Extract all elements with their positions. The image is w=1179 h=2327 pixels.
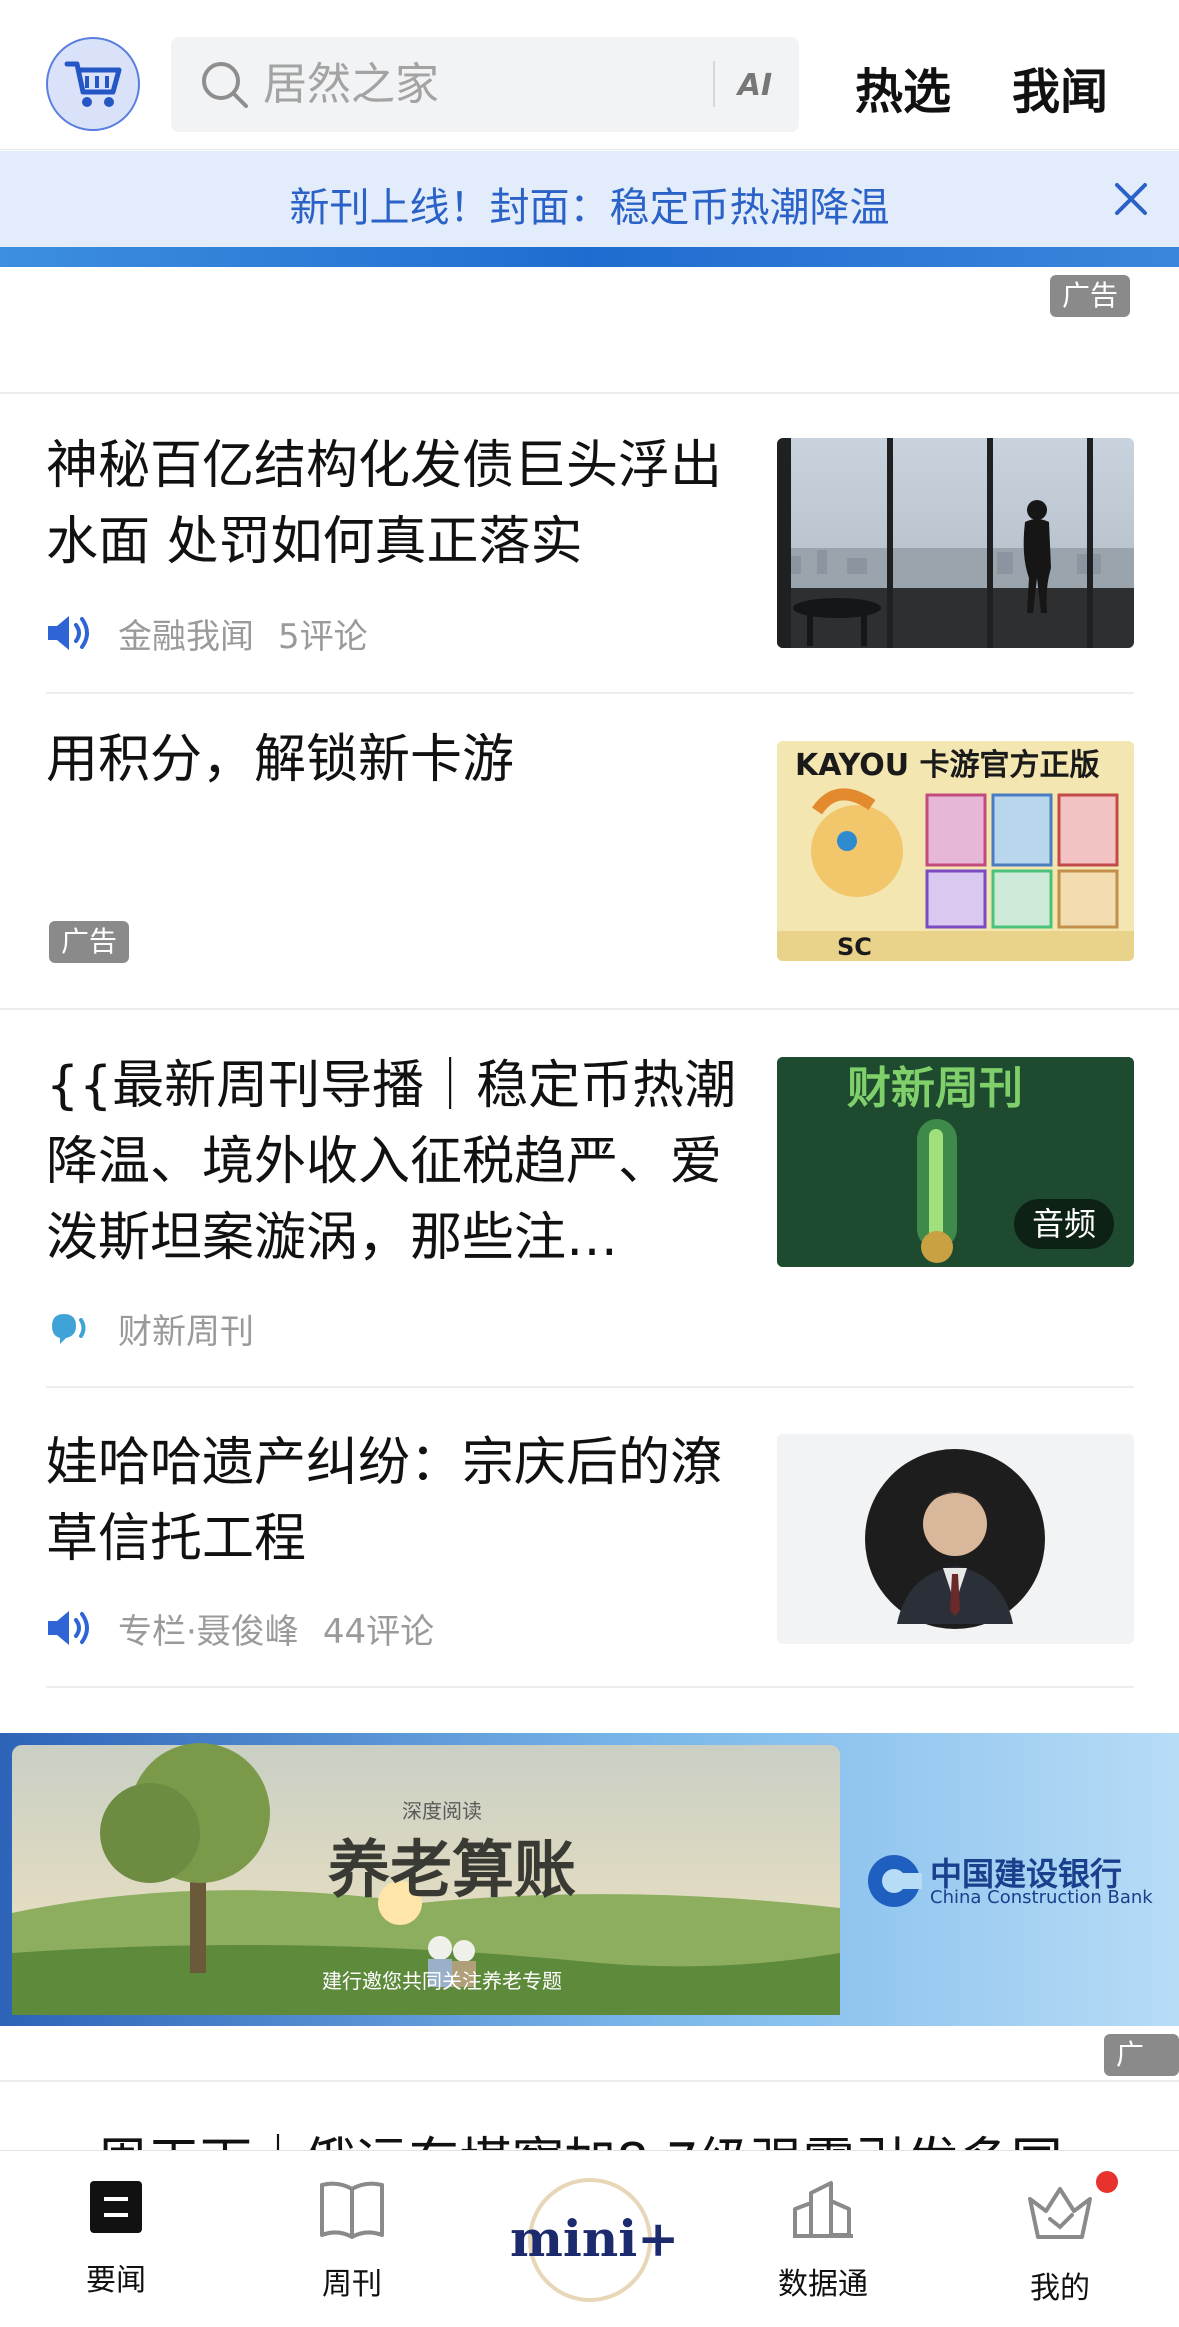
new-issue-notice[interactable]: 新刊上线！封面：稳定币热潮降温 — [0, 151, 1179, 247]
headlines-icon — [90, 2181, 142, 2233]
ad-strip[interactable] — [0, 247, 1179, 267]
article-title[interactable]: 用积分，解锁新卡游 — [46, 722, 736, 798]
article-title[interactable]: {{最新周刊导播｜稳定币热潮降温、境外收入征税趋严、爱泼斯坦案漩涡，那些注… — [46, 1048, 746, 1276]
article-thumbnail[interactable] — [777, 438, 1134, 648]
banner-caption: 建行邀您共同关注养老专题 — [322, 1969, 562, 1993]
top-header: AI 热选 我闻 — [0, 0, 1179, 150]
notice-text: 新刊上线！封面：稳定币热潮降温 — [289, 185, 890, 231]
image-text: KAYOU 卡游官方正版 — [795, 748, 1100, 783]
nav-hot-picks[interactable]: 热选 — [855, 52, 951, 122]
audio-speaker-icon[interactable] — [46, 613, 94, 653]
audio-badge: 音频 — [1013, 1199, 1114, 1249]
tab-weekly[interactable]: 周刊 — [272, 2179, 432, 2303]
item-divider — [46, 692, 1134, 694]
tab-label: 要闻 — [86, 2263, 146, 2298]
article-title[interactable]: 娃哈哈遗产纠纷：宗庆后的潦草信托工程 — [46, 1425, 736, 1577]
article-meta: 专栏·聂俊峰 44评论 — [46, 1604, 434, 1653]
article-title[interactable]: 神秘百亿结构化发债巨头浮出水面 处罚如何真正落实 — [46, 428, 736, 580]
bank-name-en: China Construction Bank — [930, 1887, 1153, 1908]
ad-badge: 广告 — [1050, 275, 1131, 317]
article-meta: 金融我闻 5评论 — [46, 609, 368, 658]
search-divider — [713, 61, 715, 107]
article-thumbnail[interactable]: 财新周刊 音频 — [777, 1057, 1134, 1267]
tab-mine[interactable]: 我的 — [980, 2171, 1140, 2307]
bar-chart-icon — [793, 2181, 853, 2238]
comment-count[interactable]: 5评论 — [278, 609, 368, 658]
article-thumbnail[interactable] — [777, 1434, 1134, 1644]
article-source[interactable]: 金融我闻 — [118, 609, 254, 658]
shopping-cart-button[interactable] — [46, 37, 140, 131]
ccb-logo-icon — [868, 1855, 922, 1907]
banner-title: 养老算账 — [328, 1833, 577, 1906]
article-meta: 财新周刊 — [46, 1304, 254, 1353]
search-input[interactable] — [263, 55, 663, 113]
svg-text:SC: SC — [837, 933, 872, 961]
open-book-icon — [320, 2181, 384, 2239]
tab-headlines[interactable]: 要闻 — [36, 2179, 196, 2299]
item-divider — [46, 1686, 1134, 1688]
article-source[interactable]: 专栏·聂俊峰 — [118, 1604, 299, 1653]
bottom-tab-bar: 要闻 周刊 mini+ 数据通 我的 — [0, 2150, 1179, 2327]
section-divider — [0, 2080, 1179, 2082]
nav-my-news[interactable]: 我闻 — [1012, 52, 1108, 122]
author-avatar-image — [777, 1434, 1134, 1644]
bank-banner-ad[interactable]: 深度阅读 养老算账 建行邀您共同关注养老专题 中国建设银行 China Cons… — [0, 1733, 1179, 2026]
podcast-voice-icon[interactable] — [46, 1308, 94, 1348]
notification-dot — [1096, 2171, 1118, 2193]
close-icon[interactable] — [1109, 177, 1153, 221]
audio-speaker-icon[interactable] — [46, 1608, 94, 1648]
ai-search-button[interactable]: AI — [731, 63, 779, 107]
tab-label: 周刊 — [322, 2267, 382, 2302]
search-icon — [202, 62, 248, 108]
image-title: 财新周刊 — [847, 1063, 1023, 1114]
city-window-image — [777, 438, 1134, 648]
kayou-card-image: KAYOU 卡游官方正版 SC — [777, 741, 1134, 961]
crown-icon — [1028, 2187, 1092, 2239]
comment-count[interactable]: 44评论 — [323, 1604, 434, 1653]
mini-plus-label: mini+ — [510, 2209, 680, 2268]
section-divider — [0, 392, 1179, 394]
search-bar[interactable]: AI — [171, 37, 799, 132]
ad-badge: 广告 — [49, 921, 130, 963]
article-thumbnail[interactable]: KAYOU 卡游官方正版 SC — [777, 741, 1134, 961]
ad-badge: 广告 — [1104, 2034, 1179, 2113]
tab-data[interactable]: 数据通 — [743, 2179, 903, 2303]
article-source[interactable]: 财新周刊 — [118, 1304, 254, 1353]
tab-label: 数据通 — [778, 2267, 868, 2302]
section-divider — [0, 1008, 1179, 1010]
item-divider — [46, 1386, 1134, 1388]
tab-label: 我的 — [1030, 2271, 1090, 2306]
cart-icon — [64, 61, 122, 107]
mini-plus-button[interactable]: mini+ — [510, 2165, 680, 2315]
